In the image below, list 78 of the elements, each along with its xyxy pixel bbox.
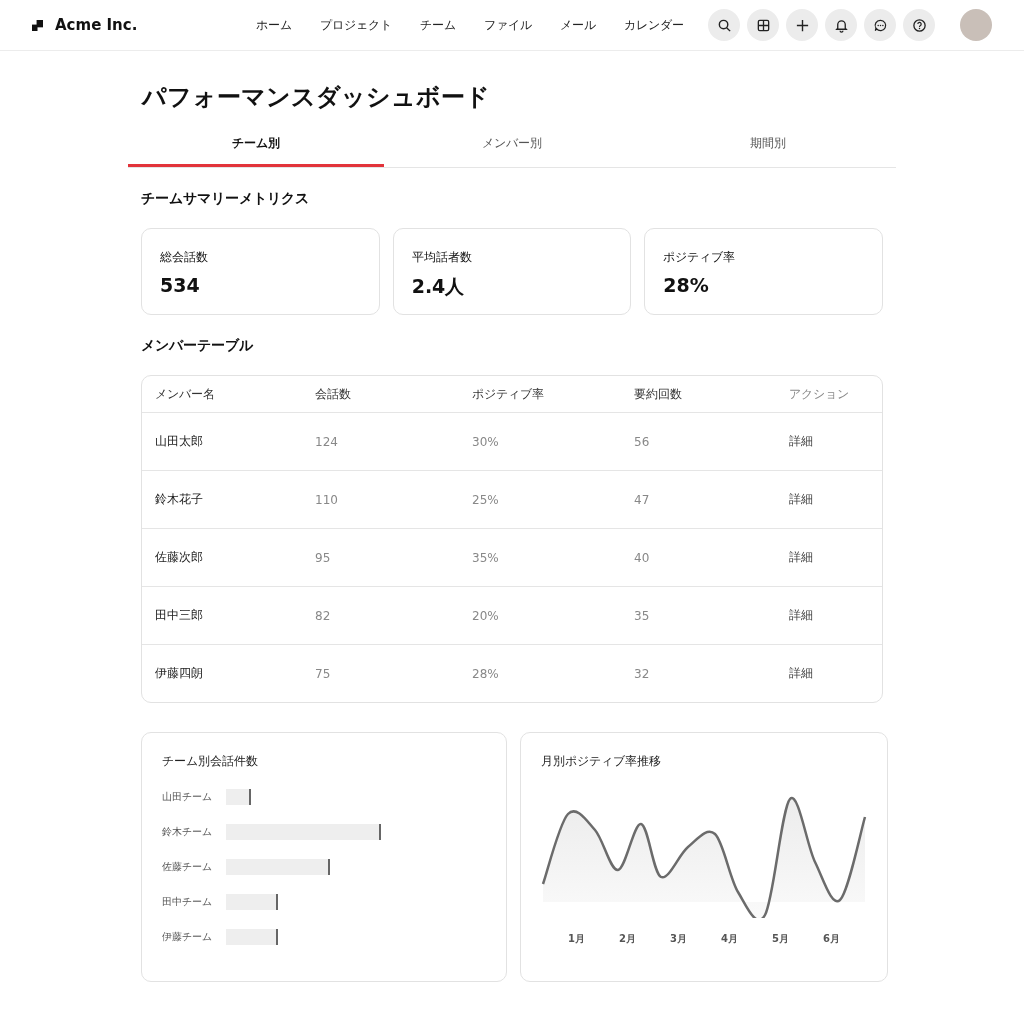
metric-value: 2.4人 — [411, 274, 466, 299]
details-link[interactable]: 詳細 — [789, 607, 813, 624]
nav-link[interactable]: ホーム — [256, 16, 292, 34]
grid-icon — [755, 17, 771, 33]
table-cell: 75 — [315, 666, 331, 681]
nav-link[interactable]: カレンダー — [624, 16, 684, 34]
nav-link[interactable]: メール — [560, 16, 596, 34]
details-link[interactable]: 詳細 — [789, 433, 813, 450]
table-cell: 35 — [634, 608, 650, 623]
table-cell: 40 — [634, 550, 650, 565]
column-header: メンバー名 — [155, 385, 215, 403]
bar-label: 佐藤チーム — [162, 860, 213, 874]
brand-name[interactable]: Acme Inc. — [55, 16, 138, 34]
table-cell: 32 — [634, 666, 650, 681]
column-header: 会話数 — [315, 385, 351, 403]
month-label: 6月 — [823, 932, 840, 946]
table-cell: 25% — [472, 492, 499, 507]
table-cell: 20% — [472, 608, 499, 623]
month-label: 5月 — [772, 932, 789, 946]
table-cell: 30% — [472, 434, 499, 449]
metric-label: 総会話数 — [160, 249, 209, 266]
search-button[interactable] — [708, 9, 740, 41]
table-cell: 田中三郎 — [155, 607, 203, 624]
metric-value: 28% — [663, 274, 710, 296]
metric-label: 平均話者数 — [411, 249, 473, 266]
details-link[interactable]: 詳細 — [789, 549, 813, 566]
table-cell: 28% — [472, 666, 499, 681]
nav-link[interactable]: プロジェクト — [320, 16, 392, 34]
details-link[interactable]: 詳細 — [789, 491, 813, 508]
grid-button[interactable] — [747, 9, 779, 41]
table-cell: 佐藤次郎 — [155, 549, 203, 566]
bar — [226, 929, 278, 945]
metric-value: 534 — [160, 274, 201, 296]
table-cell: 82 — [315, 608, 331, 623]
details-link[interactable]: 詳細 — [789, 665, 813, 682]
chat-icon — [872, 17, 888, 33]
plus-button[interactable] — [786, 9, 818, 41]
plus-icon — [794, 17, 810, 33]
bell-button[interactable] — [825, 9, 857, 41]
chat-button[interactable] — [864, 9, 896, 41]
table-cell: 56 — [634, 434, 650, 449]
table-cell: 35% — [472, 550, 499, 565]
nav-link[interactable]: ファイル — [484, 16, 532, 34]
bar-label: 田中チーム — [162, 895, 213, 909]
help-button[interactable] — [903, 9, 935, 41]
section-title: メンバーテーブル — [141, 337, 254, 355]
chart-title: 月別ポジティブ率推移 — [541, 753, 662, 770]
logo-icon — [32, 19, 43, 31]
table-cell: 47 — [634, 492, 650, 507]
bar-label: 伊藤チーム — [162, 930, 213, 944]
table-cell: 110 — [315, 492, 338, 507]
month-label: 1月 — [568, 932, 585, 946]
chart-title: チーム別会話件数 — [162, 753, 259, 770]
page-title: パフォーマンスダッシュボード — [142, 82, 491, 113]
bar-label: 鈴木チーム — [162, 825, 213, 839]
section-title: チームサマリーメトリクス — [141, 190, 310, 208]
help-icon — [911, 17, 927, 33]
tab[interactable]: チーム別 — [128, 127, 384, 167]
month-label: 4月 — [721, 932, 738, 946]
nav-link[interactable]: チーム — [420, 16, 456, 34]
table-cell: 山田太郎 — [155, 433, 203, 450]
bar — [226, 894, 278, 910]
bell-icon — [833, 17, 849, 33]
table-cell: 鈴木花子 — [155, 491, 203, 508]
month-label: 2月 — [619, 932, 636, 946]
metric-label: ポジティブ率 — [663, 249, 737, 266]
month-label: 3月 — [670, 932, 687, 946]
search-icon — [716, 17, 732, 33]
tab[interactable]: メンバー別 — [384, 127, 640, 167]
bar — [226, 789, 251, 805]
table-cell: 95 — [315, 550, 331, 565]
column-header: 要約回数 — [634, 385, 682, 403]
column-header: ポジティブ率 — [472, 385, 544, 403]
tab[interactable]: 期間別 — [640, 127, 896, 167]
column-header: アクション — [789, 385, 849, 403]
bar-label: 山田チーム — [162, 790, 213, 804]
table-cell: 124 — [315, 434, 338, 449]
table-cell: 伊藤四朗 — [155, 665, 203, 682]
